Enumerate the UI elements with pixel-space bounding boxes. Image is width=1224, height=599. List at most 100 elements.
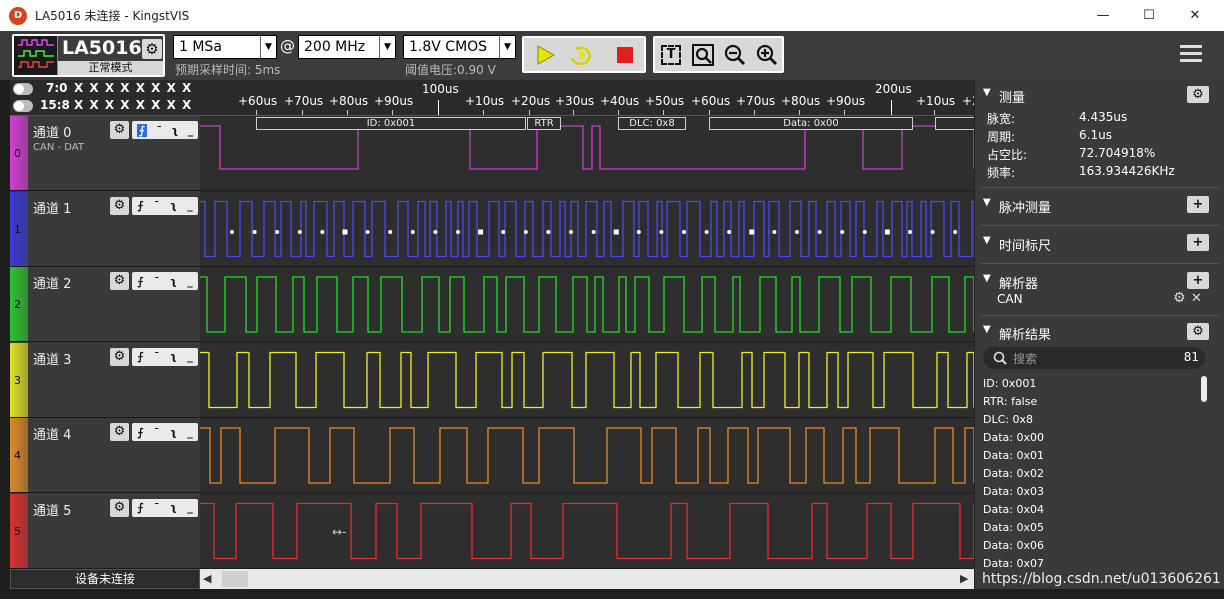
channel-name[interactable]: 通道 2 bbox=[33, 273, 71, 292]
channel-name[interactable]: 通道 3 bbox=[33, 349, 71, 368]
device-mode[interactable]: 正常模式 bbox=[58, 61, 163, 75]
search-field[interactable]: 搜索 81 bbox=[983, 347, 1205, 369]
falling-edge-icon[interactable]: ʅ bbox=[170, 275, 177, 288]
rising-edge-icon[interactable]: ⨍ bbox=[137, 426, 143, 439]
trigger-selector[interactable]: ⨍ ¯ ʅ _ bbox=[132, 498, 198, 517]
device-settings-button[interactable]: ⚙ bbox=[142, 39, 162, 59]
channel-row[interactable]: 1 通道 1 ⚙ ⨍ ¯ ʅ _ bbox=[10, 191, 200, 267]
falling-edge-icon[interactable]: ʅ bbox=[170, 199, 177, 212]
decode-field[interactable] bbox=[935, 117, 974, 130]
rising-edge-icon[interactable]: ⨍ bbox=[137, 199, 143, 212]
rising-edge-icon[interactable]: ⨍ bbox=[137, 501, 143, 514]
high-level-icon[interactable]: ¯ bbox=[154, 199, 160, 212]
result-item[interactable]: Data: 0x04 bbox=[983, 503, 1044, 516]
zoom-out-button[interactable] bbox=[722, 42, 748, 68]
repeat-run-button[interactable] bbox=[568, 42, 594, 68]
channel-row[interactable]: 4 通道 4 ⚙ ⨍ ¯ ʅ _ bbox=[10, 418, 200, 493]
high-level-icon[interactable]: ¯ bbox=[154, 501, 160, 514]
trigger-selector[interactable]: ⨍ ¯ ʅ _ bbox=[132, 121, 198, 139]
channel-settings-button[interactable]: ⚙ bbox=[110, 121, 129, 139]
close-window-button[interactable]: ✕ bbox=[1172, 0, 1218, 31]
scroll-right-arrow[interactable]: ▶ bbox=[960, 572, 968, 585]
result-item[interactable]: Data: 0x05 bbox=[983, 521, 1044, 534]
channel-row[interactable]: 5 通道 5 ⚙ ⨍ ¯ ʅ _ bbox=[10, 493, 200, 569]
rising-edge-icon[interactable]: ⨍ bbox=[137, 350, 143, 363]
rising-edge-icon[interactable]: ⨍ bbox=[136, 123, 147, 137]
close-icon[interactable]: ✕ bbox=[1191, 291, 1202, 306]
channel-settings-button[interactable]: ⚙ bbox=[110, 498, 129, 517]
low-level-icon[interactable]: _ bbox=[187, 199, 193, 212]
result-item[interactable]: ID: 0x001 bbox=[983, 377, 1036, 390]
channel-row[interactable]: 2 通道 2 ⚙ ⨍ ¯ ʅ _ bbox=[10, 267, 200, 342]
trigger-selector[interactable]: ⨍ ¯ ʅ _ bbox=[132, 272, 198, 290]
result-item[interactable]: RTR: false bbox=[983, 395, 1037, 408]
timing-add-button[interactable]: + bbox=[1187, 234, 1209, 251]
trigger-selector[interactable]: ⨍ ¯ ʅ _ bbox=[132, 347, 198, 366]
rising-edge-icon[interactable]: ⨍ bbox=[137, 275, 143, 288]
decode-field[interactable]: ID: 0x001 bbox=[256, 117, 526, 130]
low-level-icon[interactable]: _ bbox=[187, 501, 193, 514]
trigger-selector[interactable]: ⨍ ¯ ʅ _ bbox=[132, 196, 198, 215]
zoom-fit-button[interactable] bbox=[690, 42, 716, 68]
result-item[interactable]: Data: 0x03 bbox=[983, 485, 1044, 498]
results-settings-button[interactable]: ⚙ bbox=[1187, 323, 1209, 340]
channel-name[interactable]: 通道 4 bbox=[33, 424, 71, 443]
channel-settings-button[interactable]: ⚙ bbox=[110, 347, 129, 366]
device-icon[interactable] bbox=[14, 36, 58, 75]
result-item[interactable]: Data: 0x06 bbox=[983, 539, 1044, 552]
channel-name[interactable]: 通道 0 bbox=[33, 122, 71, 141]
high-level-icon[interactable]: ¯ bbox=[154, 426, 160, 439]
low-level-icon[interactable]: _ bbox=[187, 426, 193, 439]
result-item[interactable]: Data: 0x00 bbox=[983, 431, 1044, 444]
result-item[interactable]: Data: 0x02 bbox=[983, 467, 1044, 480]
low-level-icon[interactable]: _ bbox=[187, 350, 193, 363]
stop-button[interactable] bbox=[612, 42, 638, 68]
high-level-icon[interactable]: ¯ bbox=[154, 275, 160, 288]
result-item[interactable]: DLC: 0x8 bbox=[983, 413, 1033, 426]
scroll-thumb[interactable] bbox=[222, 571, 248, 587]
zoom-in-button[interactable] bbox=[754, 42, 780, 68]
falling-edge-icon[interactable]: ʅ bbox=[170, 350, 177, 363]
waveform-area[interactable]: +60us +70us +80us +90us +10us +20us +30u… bbox=[200, 80, 974, 569]
channel-name[interactable]: 通道 5 bbox=[33, 500, 71, 519]
decode-field[interactable]: Data: 0x00 bbox=[709, 117, 913, 130]
start-button[interactable] bbox=[532, 42, 558, 68]
pulse-add-button[interactable]: + bbox=[1187, 196, 1209, 213]
measure-settings-button[interactable]: ⚙ bbox=[1187, 86, 1209, 103]
falling-edge-icon[interactable]: ʅ bbox=[170, 501, 177, 514]
pulse-header[interactable]: ▼ 脉冲测量 + bbox=[975, 194, 1224, 216]
channel-settings-button[interactable]: ⚙ bbox=[110, 196, 129, 215]
threshold-select[interactable]: 1.8V CMOS ▼ bbox=[403, 35, 516, 59]
text-cursor-button[interactable]: T bbox=[658, 42, 684, 68]
high-level-icon[interactable]: ¯ bbox=[154, 350, 160, 363]
measure-header[interactable]: ▼ 测量 ⚙ bbox=[975, 84, 1224, 106]
results-scrollbar[interactable] bbox=[1201, 376, 1207, 402]
analyzer-header[interactable]: ▼ 解析器 + bbox=[975, 270, 1224, 292]
analyzer-item[interactable]: CAN ⚙ ✕ bbox=[997, 290, 1217, 310]
result-item[interactable]: Data: 0x01 bbox=[983, 449, 1044, 462]
maximize-button[interactable]: ☐ bbox=[1126, 0, 1172, 31]
analyzer-add-button[interactable]: + bbox=[1187, 272, 1209, 289]
horizontal-scrollbar[interactable]: ◀ ▶ bbox=[200, 569, 974, 589]
channel-row[interactable]: 3 通道 3 ⚙ ⨍ ¯ ʅ _ bbox=[10, 342, 200, 418]
menu-button[interactable] bbox=[1180, 44, 1202, 64]
gear-icon[interactable]: ⚙ bbox=[1173, 290, 1186, 306]
decode-field[interactable]: DLC: 0x8 bbox=[618, 117, 686, 130]
low-level-icon[interactable]: _ bbox=[188, 124, 194, 137]
results-header[interactable]: ▼ 解析结果 ⚙ bbox=[975, 321, 1224, 343]
falling-edge-icon[interactable]: ʅ bbox=[170, 426, 177, 439]
trigger-selector[interactable]: ⨍ ¯ ʅ _ bbox=[132, 423, 198, 441]
sample-depth-select[interactable]: 1 MSa ▼ bbox=[173, 35, 277, 59]
sample-rate-select[interactable]: 200 MHz ▼ bbox=[298, 35, 396, 59]
minimize-button[interactable]: — bbox=[1080, 0, 1126, 31]
group-toggle-high[interactable] bbox=[13, 100, 33, 112]
channel-name[interactable]: 通道 1 bbox=[33, 198, 71, 217]
low-level-icon[interactable]: _ bbox=[187, 275, 193, 288]
result-item[interactable]: Data: 0x07 bbox=[983, 557, 1044, 570]
channel-row[interactable]: 0 通道 0 CAN - DAT ⚙ ⨍ ¯ ʅ _ bbox=[10, 116, 200, 191]
channel-settings-button[interactable]: ⚙ bbox=[110, 423, 129, 441]
channel-settings-button[interactable]: ⚙ bbox=[110, 272, 129, 290]
timing-header[interactable]: ▼ 时间标尺 + bbox=[975, 232, 1224, 254]
high-level-icon[interactable]: ¯ bbox=[156, 124, 162, 137]
decode-field[interactable]: RTR bbox=[527, 117, 561, 130]
